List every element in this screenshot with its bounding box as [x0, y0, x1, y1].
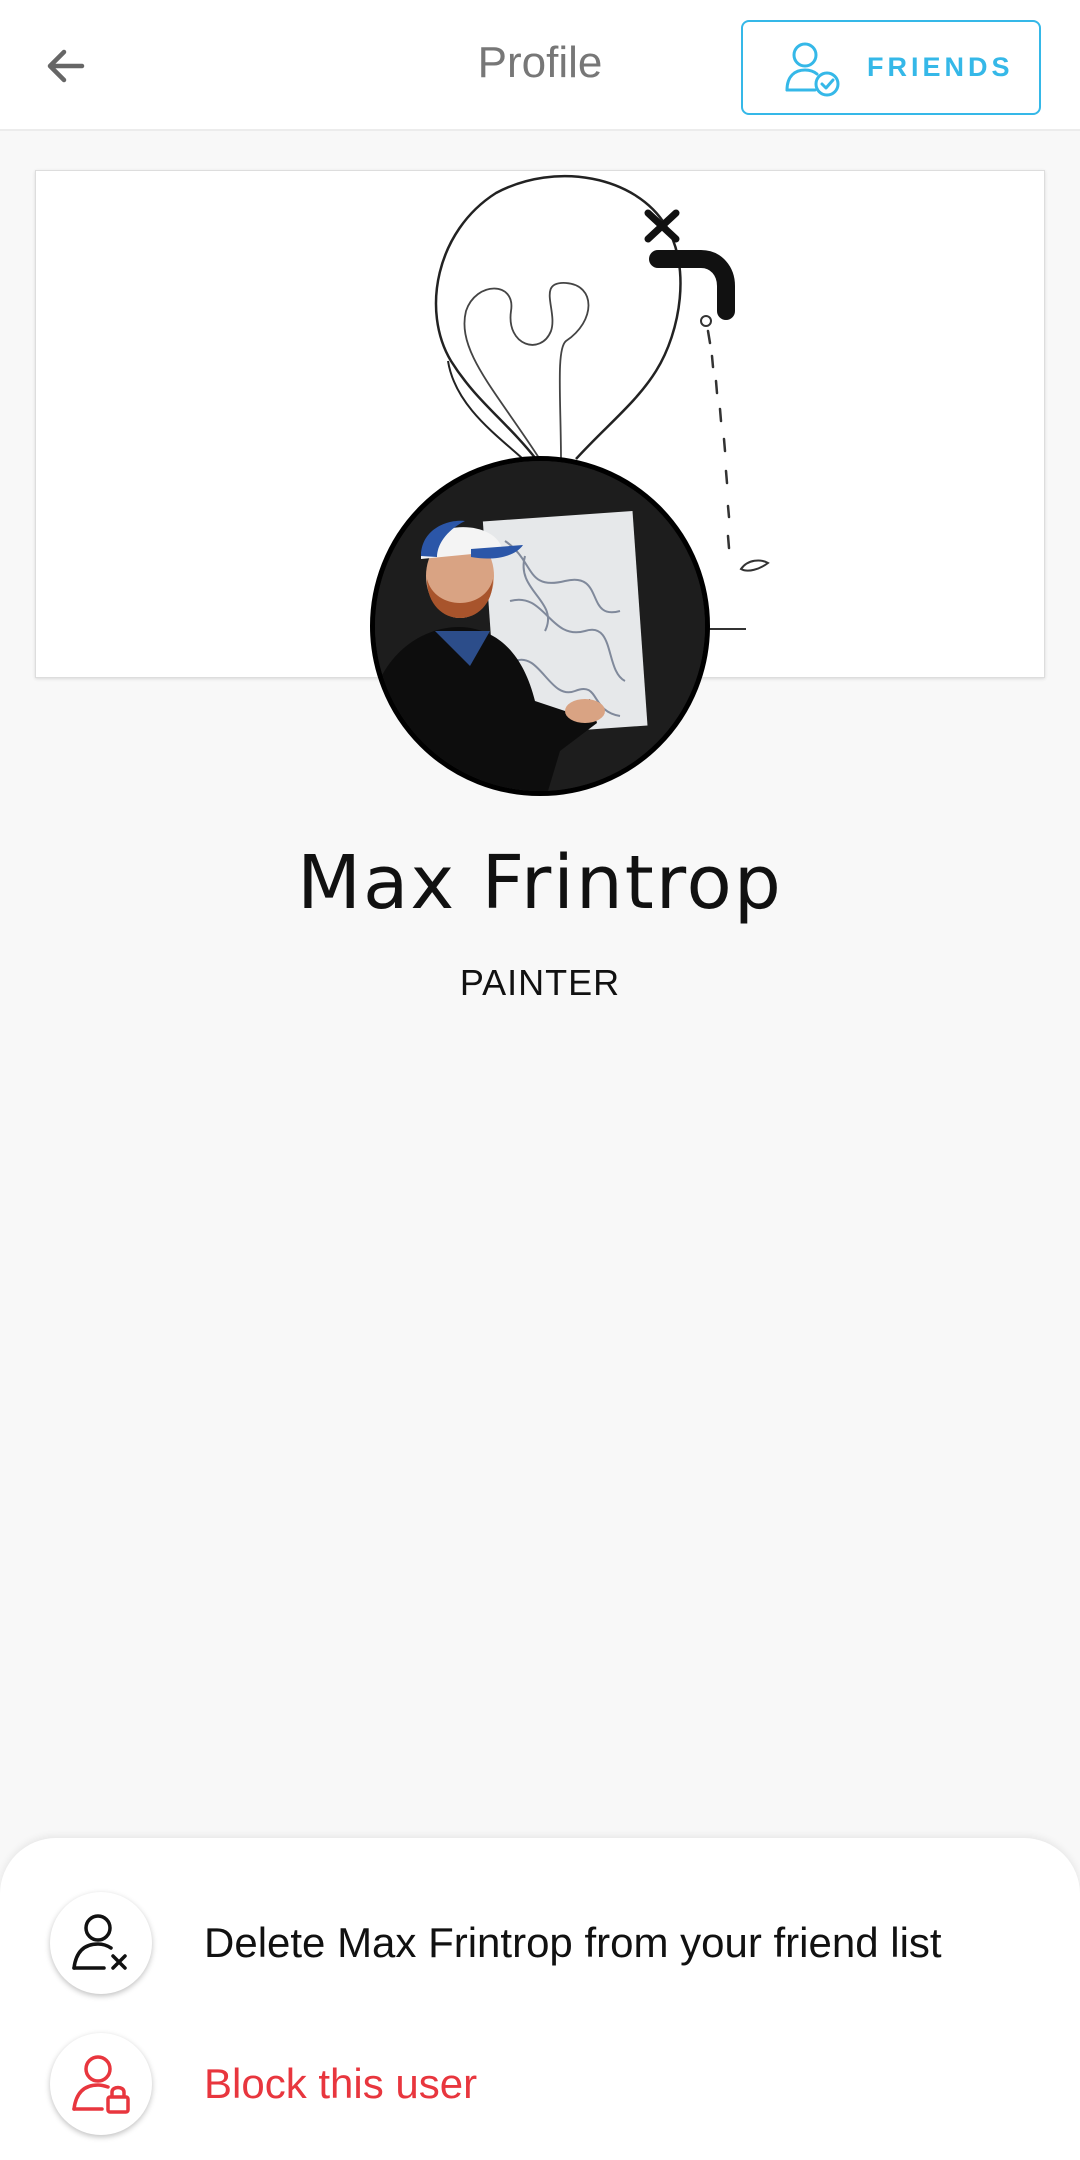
- block-user-action[interactable]: Block this user: [0, 2024, 1080, 2144]
- user-check-icon: [785, 42, 840, 96]
- avatar-photo: [375, 461, 705, 791]
- block-user-label: Block this user: [204, 2060, 478, 2107]
- profile-name: Max Frintrop: [297, 840, 783, 926]
- friends-button[interactable]: FRIENDS: [741, 20, 1041, 115]
- user-lock-icon: [72, 2055, 130, 2114]
- user-remove-icon: [72, 1914, 127, 1970]
- friends-button-label: FRIENDS: [867, 52, 1014, 82]
- avatar[interactable]: [370, 456, 710, 796]
- block-user-icon-wrap: [50, 2033, 152, 2135]
- app-bar: Profile FRIENDS: [0, 0, 1080, 131]
- delete-friend-action[interactable]: Delete Max Frintrop from your friend lis…: [0, 1883, 1080, 2003]
- profile-role: PAINTER: [459, 962, 621, 1003]
- delete-friend-icon-wrap: [50, 1892, 152, 1994]
- delete-friend-label: Delete Max Frintrop from your friend lis…: [204, 1919, 942, 1966]
